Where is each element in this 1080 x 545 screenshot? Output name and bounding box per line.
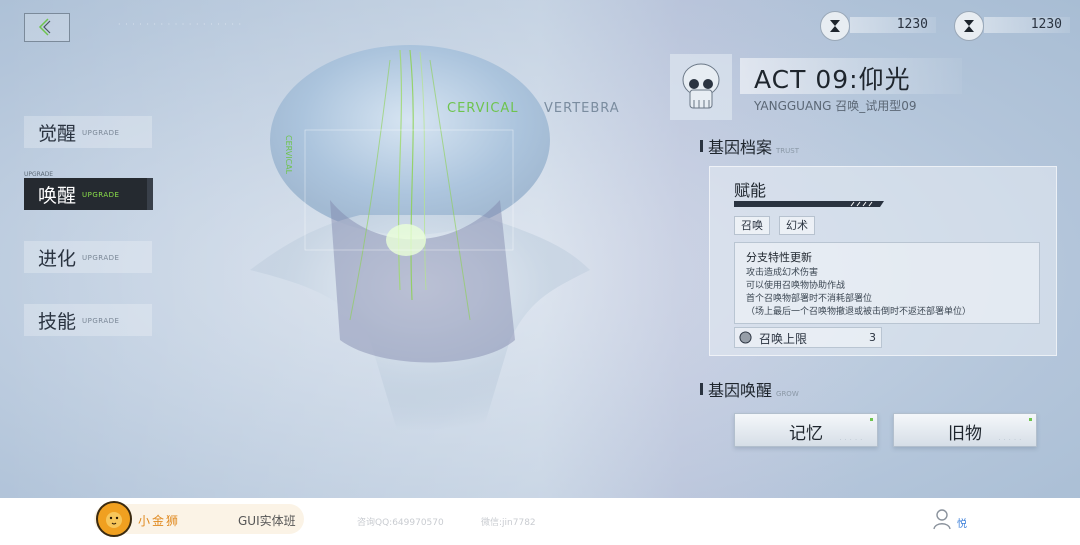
header-deco-text: · · · · · · · · · · · · · · · · · · (118, 20, 243, 29)
gene-awaken-title: 基因唤醒 GROW (708, 377, 799, 401)
scan-label-cervical: CERVICAL (447, 101, 519, 116)
character-title: ACT 09:仰光 (754, 65, 911, 94)
talent-divider-bar (734, 201, 884, 207)
summon-limit-row: 召唤上限 3 (734, 327, 882, 348)
gene-awaken-en: GROW (776, 390, 799, 398)
sidebar-item-label: 进化 (38, 248, 77, 270)
memory-button[interactable]: 记忆 · · · · · (734, 413, 878, 447)
talent-description-line: 可以使用召唤物协助作战 (746, 281, 846, 291)
summon-limit-label: 召唤上限 (759, 332, 808, 346)
sidebar-item-sub: UPGRADE (82, 317, 120, 325)
lion-face-icon (106, 512, 122, 528)
sidebar-item-sub: UPGRADE (82, 191, 120, 199)
back-button[interactable] (24, 13, 70, 42)
character-subtitle: YANGGUANG 召唤_试用型09 (754, 99, 917, 113)
sidebar-item-jineng[interactable]: 技能 UPGRADE (24, 304, 152, 336)
resource-value: 1230 (984, 17, 1070, 33)
talent-description-line: （场上最后一个召唤物撤退或被击倒时不返还部署单位） (746, 307, 972, 317)
game-screen: · · · · · · · · · · · · · · · · · · 1230… (0, 0, 1080, 498)
relic-button[interactable]: 旧物 · · · · · (893, 413, 1037, 447)
section-marker (700, 140, 703, 152)
brand-name: 小金狮 (138, 514, 181, 528)
scan-label-vertical: CERVICAL (284, 135, 293, 175)
character-skull-thumbnail (670, 54, 732, 120)
sidebar-active-tag: UPGRADE (24, 171, 54, 178)
sidebar-item-sub: UPGRADE (82, 254, 120, 262)
user-name[interactable]: 悦 (957, 515, 967, 530)
memory-button-sub: · · · · · (839, 437, 863, 443)
sidebar-item-sub: UPGRADE (82, 129, 120, 137)
sidebar-item-label: 技能 (38, 311, 77, 333)
gene-awaken-label: 基因唤醒 (708, 381, 773, 400)
hourglass-icon (954, 11, 984, 41)
talent-description-line: 攻击造成幻术伤害 (746, 268, 819, 278)
user-icon[interactable] (932, 508, 952, 530)
talent-tag-summon: 召唤 (734, 216, 770, 235)
section-marker (700, 383, 703, 395)
talent-description-line: 首个召唤物部署时不消耗部署位 (746, 294, 873, 304)
talent-title: 赋能 (734, 181, 767, 200)
footer-bar: 小金狮 GUI实体班 咨询QQ:649970570 微信:jin7782 悦 (0, 498, 1080, 545)
gene-file-label: 基因档案 (708, 138, 773, 157)
lion-logo-icon (96, 501, 132, 537)
summon-limit-value: 3 (869, 331, 876, 344)
hourglass-icon (820, 11, 850, 41)
sidebar-item-juexing[interactable]: 觉醒 UPGRADE (24, 116, 152, 148)
sidebar-item-label: 唤醒 (38, 185, 77, 207)
scan-label-vertebra: VERTEBRA (544, 101, 620, 116)
brand-class: GUI实体班 (238, 514, 296, 528)
gene-file-title: 基因档案 TRUST (708, 134, 799, 158)
pinwheel-icon (739, 331, 752, 344)
sidebar-item-jinhua[interactable]: 进化 UPGRADE (24, 241, 152, 273)
talent-tag-illusion: 幻术 (779, 216, 815, 235)
gene-file-en: TRUST (776, 147, 799, 155)
relic-button-sub: · · · · · (998, 437, 1022, 443)
talent-description-title: 分支特性更新 (746, 251, 812, 264)
sidebar-item-huanxing[interactable]: 唤醒 UPGRADE (24, 178, 153, 210)
resource-value: 1230 (850, 17, 936, 33)
contact-wechat: 微信:jin7782 (481, 518, 536, 528)
contact-qq: 咨询QQ:649970570 (357, 518, 444, 528)
sidebar-item-label: 觉醒 (38, 123, 77, 145)
back-arrow-icon (38, 18, 51, 36)
